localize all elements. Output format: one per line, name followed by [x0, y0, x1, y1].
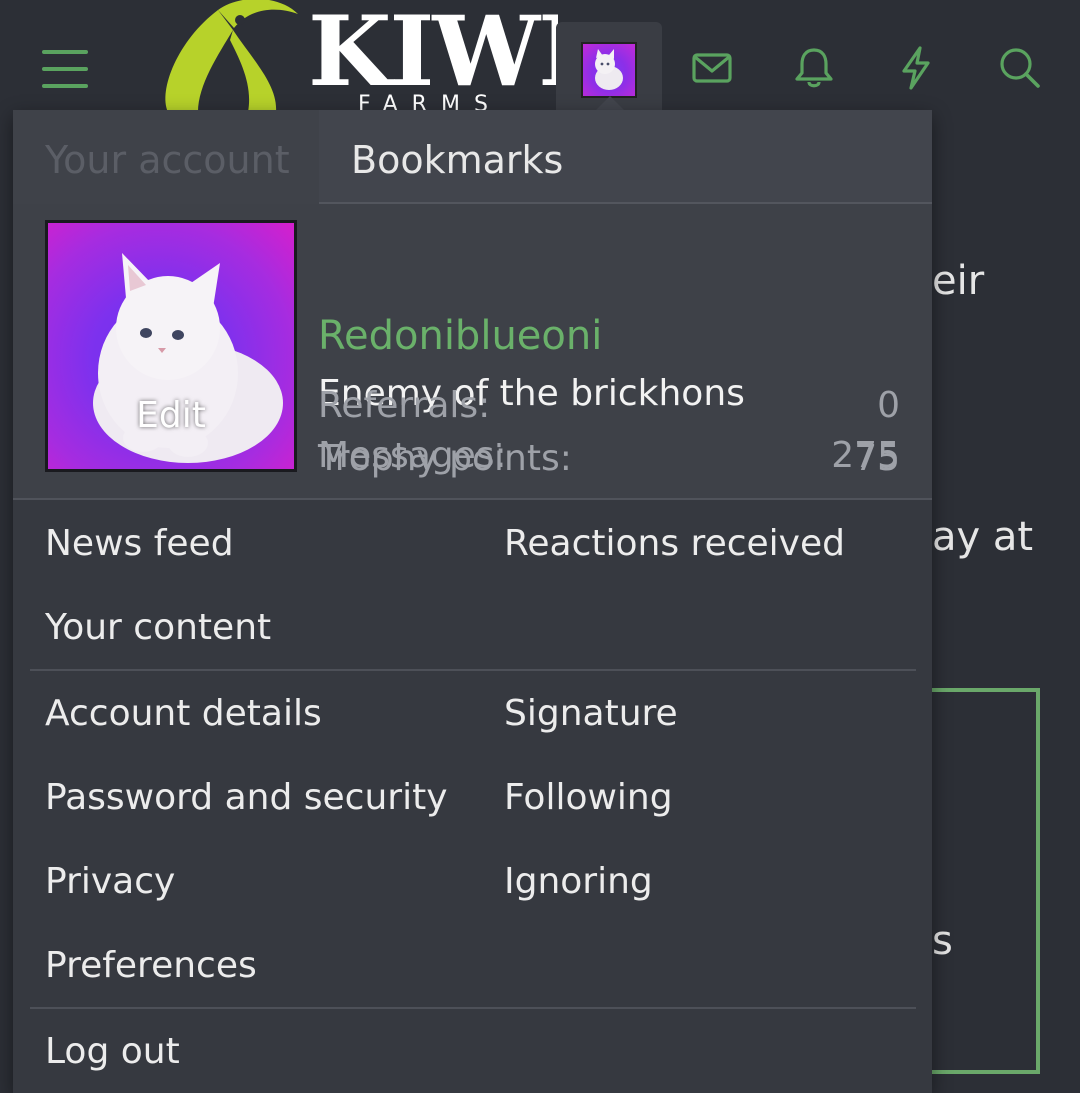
link-privacy[interactable]: Privacy [45, 858, 175, 906]
hamburger-icon[interactable] [42, 50, 88, 88]
background-text: ay at [932, 514, 1034, 560]
link-your-content[interactable]: Your content [45, 604, 271, 652]
link-reactions-received[interactable]: Reactions received [504, 520, 845, 568]
account-dropdown-menu: Your account Bookmarks Edit Redoniblueon… [13, 110, 932, 1093]
stat-label: Referrals: [318, 385, 491, 426]
stat-value: 0 [877, 385, 900, 426]
link-preferences[interactable]: Preferences [45, 942, 257, 990]
menu-tabs: Your account Bookmarks [13, 110, 932, 204]
background-text: eir [932, 258, 985, 304]
tab-your-account[interactable]: Your account [13, 110, 319, 204]
username-link[interactable]: Redoniblueoni [318, 312, 602, 360]
background-text: s [932, 918, 953, 964]
link-following[interactable]: Following [504, 774, 673, 822]
avatar[interactable]: Edit [45, 220, 297, 472]
stat-value: 75 [854, 438, 900, 479]
kiwi-logo-icon [165, 0, 298, 112]
site-logo[interactable]: KIWI FARMS [158, 0, 558, 112]
stat-label: Trophy points: [318, 438, 572, 479]
link-ignoring[interactable]: Ignoring [504, 858, 653, 906]
mail-icon[interactable] [688, 44, 736, 92]
menu-divider [30, 669, 916, 671]
search-icon[interactable] [996, 44, 1044, 92]
avatar-edit-label[interactable]: Edit [48, 395, 294, 436]
tab-bookmarks[interactable]: Bookmarks [319, 110, 563, 204]
link-signature[interactable]: Signature [504, 690, 678, 738]
avatar [581, 42, 637, 98]
account-avatar-button[interactable] [556, 22, 662, 118]
stat-trophy-points: Trophy points: 75 [318, 433, 900, 485]
background-panel [920, 688, 1040, 1074]
bell-icon[interactable] [790, 44, 838, 92]
dropdown-caret [596, 96, 624, 110]
link-news-feed[interactable]: News feed [45, 520, 234, 568]
link-account-details[interactable]: Account details [45, 690, 322, 738]
logo-wordmark: KIWI [308, 0, 558, 108]
menu-divider [30, 1007, 916, 1009]
lightning-icon[interactable] [892, 44, 940, 92]
stat-referrals: Referrals: 0 [318, 380, 900, 432]
link-password-security[interactable]: Password and security [45, 774, 448, 822]
link-log-out[interactable]: Log out [45, 1028, 180, 1076]
